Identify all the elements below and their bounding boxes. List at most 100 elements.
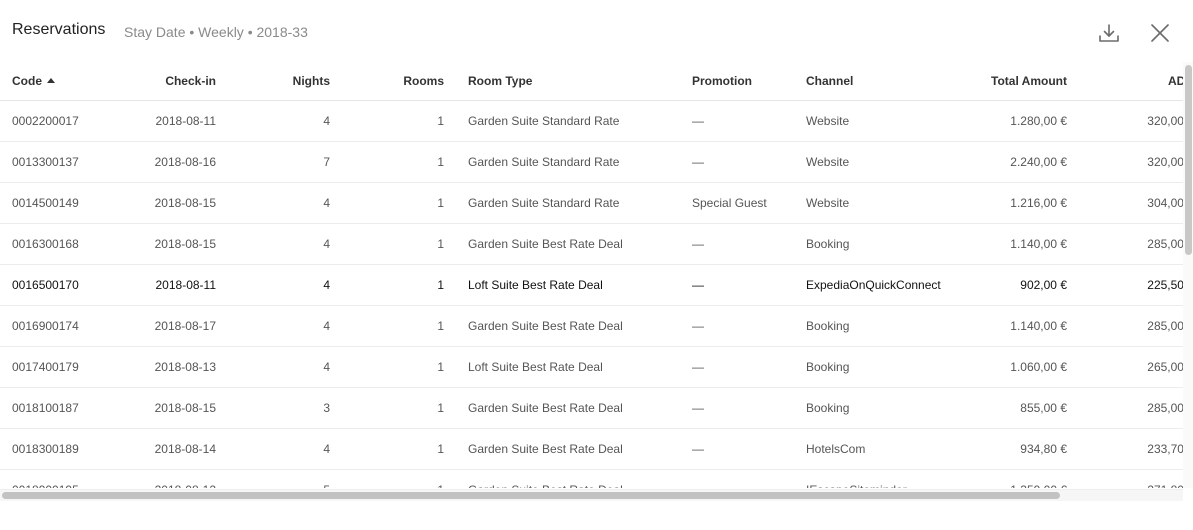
cell-adr: 285,00 €	[1079, 305, 1183, 347]
cell-nights: 3	[228, 387, 342, 429]
cell-code: 0017400179	[0, 346, 114, 388]
table-row[interactable]: 0002200017 2018-08-11 4 1 Garden Suite Stand…	[0, 100, 1183, 142]
column-header-nights[interactable]: Nights	[228, 62, 342, 101]
cell-adr: 285,00 €	[1079, 387, 1183, 429]
cell-promotion: —	[680, 346, 794, 388]
cell-adr: 285,00 €	[1079, 223, 1183, 265]
table-row[interactable]: 0016900174 2018-08-17 4 1 Garden Suite Best …	[0, 305, 1183, 347]
cell-room-type: Garden Suite Standard Rate	[456, 182, 680, 224]
cell-promotion: —	[680, 305, 794, 347]
cell-channel: Booking	[794, 346, 979, 388]
dialog-header: Reservations Stay Date • Weekly • 2018-3…	[0, 0, 1193, 62]
cell-promotion: —	[680, 469, 794, 488]
cell-adr: 320,00 €	[1079, 100, 1183, 142]
column-header-rooms[interactable]: Rooms	[342, 62, 456, 101]
reservations-table: Code Check-in Nights Rooms Room Type Pro…	[0, 62, 1183, 488]
cell-checkin: 2018-08-17	[114, 305, 228, 347]
cell-adr: 225,50 €	[1079, 264, 1183, 306]
cell-rooms: 1	[342, 387, 456, 429]
table-header-row: Code Check-in Nights Rooms Room Type Pro…	[0, 62, 1183, 101]
cell-channel: Booking	[794, 305, 979, 347]
cell-channel: HotelsCom	[794, 428, 979, 470]
cell-channel: Website	[794, 141, 979, 183]
close-button[interactable]	[1147, 20, 1173, 46]
table-row[interactable]: 0014500149 2018-08-15 4 1 Garden Suite Stand…	[0, 182, 1183, 224]
cell-room-type: Garden Suite Standard Rate	[456, 141, 680, 183]
cell-code: 0018300189	[0, 428, 114, 470]
column-header-checkin[interactable]: Check-in	[114, 62, 228, 101]
cell-room-type: Garden Suite Standard Rate	[456, 100, 680, 142]
cell-adr: 233,70 €	[1079, 428, 1183, 470]
cell-code: 0018900195	[0, 469, 114, 488]
cell-room-type: Garden Suite Best Rate Deal	[456, 223, 680, 265]
table-row[interactable]: 0018100187 2018-08-15 3 1 Garden Suite Best …	[0, 387, 1183, 429]
table-row[interactable]: 00189001952018-08-1251Garden Suite Best …	[0, 469, 1183, 488]
cell-adr: 304,00 €	[1079, 182, 1183, 224]
table-row[interactable]: 0018300189 2018-08-14 4 1 Garden Suite Best …	[0, 428, 1183, 470]
cell-nights: 4	[228, 182, 342, 224]
column-header-total-amount[interactable]: Total Amount	[979, 62, 1079, 101]
column-header-room-type[interactable]: Room Type	[456, 62, 680, 101]
download-button[interactable]	[1096, 20, 1122, 46]
column-header-label: Code	[12, 73, 42, 88]
vertical-scrollbar-thumb[interactable]	[1185, 65, 1192, 255]
cell-promotion: —	[680, 428, 794, 470]
table-row[interactable]: 0013300137 2018-08-16 7 1 Garden Suite Stand…	[0, 141, 1183, 183]
cell-rooms: 1	[342, 223, 456, 265]
cell-rooms: 1	[342, 346, 456, 388]
cell-nights: 7	[228, 141, 342, 183]
close-icon	[1151, 24, 1169, 42]
cell-total-amount: 934,80 €	[979, 428, 1079, 470]
cell-promotion: —	[680, 100, 794, 142]
cell-rooms: 1	[342, 182, 456, 224]
cell-room-type: Garden Suite Best Rate Deal	[456, 387, 680, 429]
cell-total-amount: 855,00 €	[979, 387, 1079, 429]
cell-nights: 4	[228, 346, 342, 388]
cell-rooms: 1	[342, 305, 456, 347]
cell-rooms: 1	[342, 100, 456, 142]
reservations-table-container[interactable]: Code Check-in Nights Rooms Room Type Pro…	[0, 62, 1183, 488]
cell-checkin: 2018-08-11	[114, 100, 228, 142]
cell-room-type: Garden Suite Best Rate Deal	[456, 428, 680, 470]
cell-channel: IEscapeSiteminder	[794, 469, 979, 488]
cell-total-amount: 902,00 €	[979, 264, 1079, 306]
cell-channel: Booking	[794, 387, 979, 429]
table-row[interactable]: 0016500170 2018-08-11 4 1 Loft Suite Best Ra…	[0, 264, 1183, 306]
cell-code: 0002200017	[0, 100, 114, 142]
table-row[interactable]: 0017400179 2018-08-13 4 1 Loft Suite Best Ra…	[0, 346, 1183, 388]
cell-total-amount: 1.140,00 €	[979, 305, 1079, 347]
cell-total-amount: 1.140,00 €	[979, 223, 1079, 265]
cell-code: 0013300137	[0, 141, 114, 183]
cell-checkin: 2018-08-15	[114, 223, 228, 265]
cell-total-amount: 2.240,00 €	[979, 141, 1079, 183]
column-header-promotion[interactable]: Promotion	[680, 62, 794, 101]
cell-adr: 265,00 €	[1079, 346, 1183, 388]
cell-channel: Website	[794, 182, 979, 224]
cell-nights: 4	[228, 305, 342, 347]
cell-total-amount: 1.359,00 €	[979, 469, 1079, 488]
cell-code: 0016900174	[0, 305, 114, 347]
cell-nights: 4	[228, 428, 342, 470]
sort-ascending-icon	[47, 77, 55, 83]
cell-promotion: Special Guest	[680, 182, 794, 224]
table-row[interactable]: 0016300168 2018-08-15 4 1 Garden Suite Best …	[0, 223, 1183, 265]
cell-code: 0016500170	[0, 264, 114, 306]
cell-channel: Booking	[794, 223, 979, 265]
cell-nights: 4	[228, 264, 342, 306]
cell-code: 0016300168	[0, 223, 114, 265]
cell-rooms: 1	[342, 141, 456, 183]
cell-checkin: 2018-08-14	[114, 428, 228, 470]
cell-promotion: —	[680, 223, 794, 265]
cell-channel: ExpediaOnQuickConnect	[794, 264, 979, 306]
cell-promotion: —	[680, 141, 794, 183]
column-header-channel[interactable]: Channel	[794, 62, 979, 101]
cell-checkin: 2018-08-11	[114, 264, 228, 306]
cell-code: 0014500149	[0, 182, 114, 224]
cell-total-amount: 1.060,00 €	[979, 346, 1079, 388]
cell-rooms: 1	[342, 469, 456, 488]
cell-room-type: Garden Suite Best Rate Deal	[456, 305, 680, 347]
column-header-code[interactable]: Code	[0, 62, 114, 101]
column-header-adr[interactable]: ADR	[1079, 62, 1183, 101]
table-body: 0002200017 2018-08-11 4 1 Garden Suite Stand…	[0, 100, 1183, 488]
horizontal-scrollbar-thumb[interactable]	[2, 492, 1060, 499]
